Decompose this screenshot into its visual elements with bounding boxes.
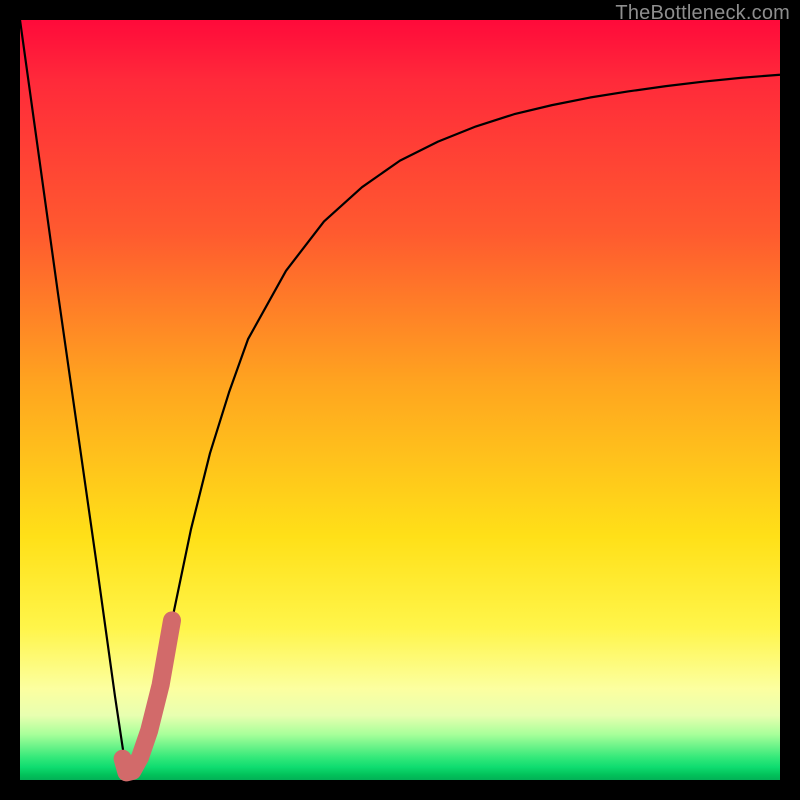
attribution-label: TheBottleneck.com [615, 2, 790, 25]
highlight-segment [123, 620, 172, 772]
chart-svg [20, 20, 780, 780]
bottleneck-curve [20, 20, 780, 772]
chart-frame: TheBottleneck.com [0, 0, 800, 800]
